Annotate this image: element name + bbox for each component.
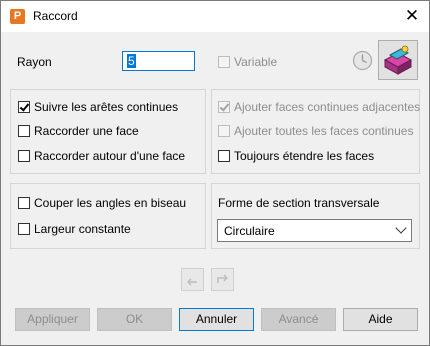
ajouter-toutes-faces-checkbox[interactable]: Ajouter toutes les faces continues: [218, 124, 413, 138]
undo-arrow-icon[interactable]: [181, 268, 204, 291]
section-select[interactable]: Circulaire: [217, 219, 412, 242]
toujours-etendre-label: Toujours étendre les faces: [234, 149, 375, 163]
largeur-constante-box: [18, 223, 30, 235]
raccorder-face-label: Raccorder une face: [34, 124, 139, 138]
window-title: Raccord: [33, 9, 78, 23]
largeur-constante-checkbox[interactable]: Largeur constante: [18, 222, 131, 236]
redo-arrow-icon[interactable]: [211, 268, 234, 291]
section-value: Circulaire: [224, 224, 275, 238]
toujours-etendre-checkbox[interactable]: Toujours étendre les faces: [218, 149, 374, 163]
aide-button[interactable]: Aide: [343, 308, 418, 331]
suivre-aretes-checkbox[interactable]: Suivre les arêtes continues: [18, 100, 178, 114]
rayon-value: 5: [127, 54, 136, 68]
ajouter-faces-adjacentes-checkbox[interactable]: Ajouter faces continues adjacentes: [218, 100, 420, 114]
suivre-aretes-label: Suivre les arêtes continues: [34, 100, 179, 114]
raccorder-autour-box: [18, 150, 30, 162]
avance-button[interactable]: Avancé: [261, 308, 336, 331]
raccorder-face-box: [18, 125, 30, 137]
couper-angles-label: Couper les angles en biseau: [34, 196, 187, 210]
fillet-tool-icon[interactable]: [378, 40, 418, 80]
title-bar: P Raccord ✕: [1, 1, 429, 32]
appliquer-button[interactable]: Appliquer: [15, 308, 90, 331]
couper-angles-checkbox[interactable]: Couper les angles en biseau: [18, 196, 186, 210]
app-icon: P: [10, 9, 25, 24]
ok-button[interactable]: OK: [97, 308, 172, 331]
toujours-etendre-box: [218, 150, 230, 162]
variable-box: [218, 56, 230, 68]
ajouter-toutes-faces-label: Ajouter toutes les faces continues: [234, 124, 414, 138]
rayon-label: Rayon: [17, 55, 52, 69]
variable-checkbox[interactable]: Variable: [218, 55, 277, 69]
ajouter-faces-adjacentes-label: Ajouter faces continues adjacentes: [234, 100, 421, 114]
suivre-aretes-box: [18, 101, 30, 113]
couper-angles-box: [18, 197, 30, 209]
annuler-button[interactable]: Annuler: [179, 308, 254, 331]
raccord-dialog: P Raccord ✕ Rayon 5 Variable Suivre les …: [0, 0, 430, 346]
section-label: Forme de section transversale: [218, 196, 380, 210]
raccorder-autour-checkbox[interactable]: Raccorder autour d'une face: [18, 149, 185, 163]
largeur-constante-label: Largeur constante: [34, 222, 131, 236]
corner-options-group: [10, 183, 206, 249]
raccorder-face-checkbox[interactable]: Raccorder une face: [18, 124, 139, 138]
raccorder-autour-label: Raccorder autour d'une face: [34, 149, 186, 163]
ajouter-faces-adjacentes-box: [218, 101, 230, 113]
chevron-down-icon: [395, 222, 407, 234]
rayon-input[interactable]: 5: [122, 51, 195, 71]
close-icon[interactable]: ✕: [401, 5, 423, 27]
clock-icon[interactable]: [351, 49, 374, 72]
ajouter-toutes-faces-box: [218, 125, 230, 137]
variable-label: Variable: [234, 55, 278, 69]
